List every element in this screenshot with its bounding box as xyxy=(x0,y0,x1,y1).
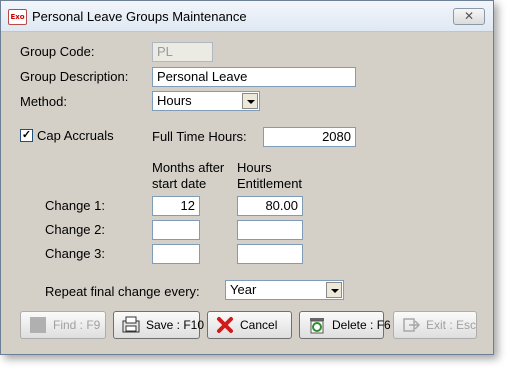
recycle-bin-icon xyxy=(308,316,326,334)
cap-accruals-checkbox[interactable]: ✓ xyxy=(20,129,33,142)
find-button[interactable]: Find : F9 xyxy=(20,311,106,339)
exit-icon xyxy=(402,316,421,334)
group-code-field: PL xyxy=(152,42,213,62)
app-icon: Exo xyxy=(8,9,27,25)
close-button[interactable]: ✕ xyxy=(453,8,485,25)
change-3-label: Change 3: xyxy=(45,246,105,261)
group-code-label: Group Code: xyxy=(20,44,95,59)
change-2-months-field[interactable] xyxy=(152,220,200,240)
cancel-x-icon xyxy=(216,316,234,334)
change-2-label: Change 2: xyxy=(45,222,105,237)
hours-header-line2: Entitlement xyxy=(237,176,303,191)
change-2-hours-field[interactable] xyxy=(237,220,303,240)
change-1-label: Change 1: xyxy=(45,198,105,213)
chevron-down-icon[interactable] xyxy=(326,282,342,298)
change-1-hours-field[interactable]: 80.00 xyxy=(237,196,303,216)
window-title: Personal Leave Groups Maintenance xyxy=(32,9,247,24)
chevron-down-icon[interactable] xyxy=(242,93,258,109)
repeat-select-value: Year xyxy=(230,282,257,297)
hours-header-line1: Hours xyxy=(237,160,272,175)
change-3-hours-field[interactable] xyxy=(237,244,303,264)
exit-button[interactable]: Exit : Esc xyxy=(393,311,477,339)
title-bar: Exo Personal Leave Groups Maintenance ✕ xyxy=(1,1,493,32)
cancel-button-label: Cancel xyxy=(240,318,278,332)
save-icon xyxy=(122,316,140,334)
find-button-label: Find : F9 xyxy=(53,318,101,332)
repeat-label: Repeat final change every: xyxy=(45,284,200,299)
group-description-label: Group Description: xyxy=(20,69,129,84)
cancel-button[interactable]: Cancel xyxy=(207,311,292,339)
repeat-select[interactable]: Year xyxy=(225,280,344,300)
group-description-field[interactable]: Personal Leave xyxy=(152,67,356,87)
method-select[interactable]: Hours xyxy=(152,91,260,111)
months-header-line1: Months after xyxy=(152,160,225,175)
cap-accruals-label: Cap Accruals xyxy=(37,128,114,143)
change-1-months-field[interactable]: 12 xyxy=(152,196,200,216)
save-button-label: Save : F10 xyxy=(146,318,205,332)
find-icon xyxy=(29,316,47,334)
save-button[interactable]: Save : F10 xyxy=(113,311,204,339)
dialog-window: Exo Personal Leave Groups Maintenance ✕ … xyxy=(0,0,494,355)
method-select-value: Hours xyxy=(157,93,192,108)
full-time-hours-field[interactable]: 2080 xyxy=(263,127,356,147)
method-label: Method: xyxy=(20,94,67,109)
checkmark-icon: ✓ xyxy=(21,129,32,141)
close-icon: ✕ xyxy=(463,9,475,23)
months-header-line2: start date xyxy=(152,176,207,191)
exit-button-label: Exit : Esc xyxy=(426,318,477,332)
change-3-months-field[interactable] xyxy=(152,244,200,264)
full-time-hours-label: Full Time Hours: xyxy=(152,129,247,144)
form-area: Group Code: PL Group Description: Person… xyxy=(9,32,485,348)
delete-button-label: Delete : F6 xyxy=(332,318,391,332)
delete-button[interactable]: Delete : F6 xyxy=(299,311,391,339)
